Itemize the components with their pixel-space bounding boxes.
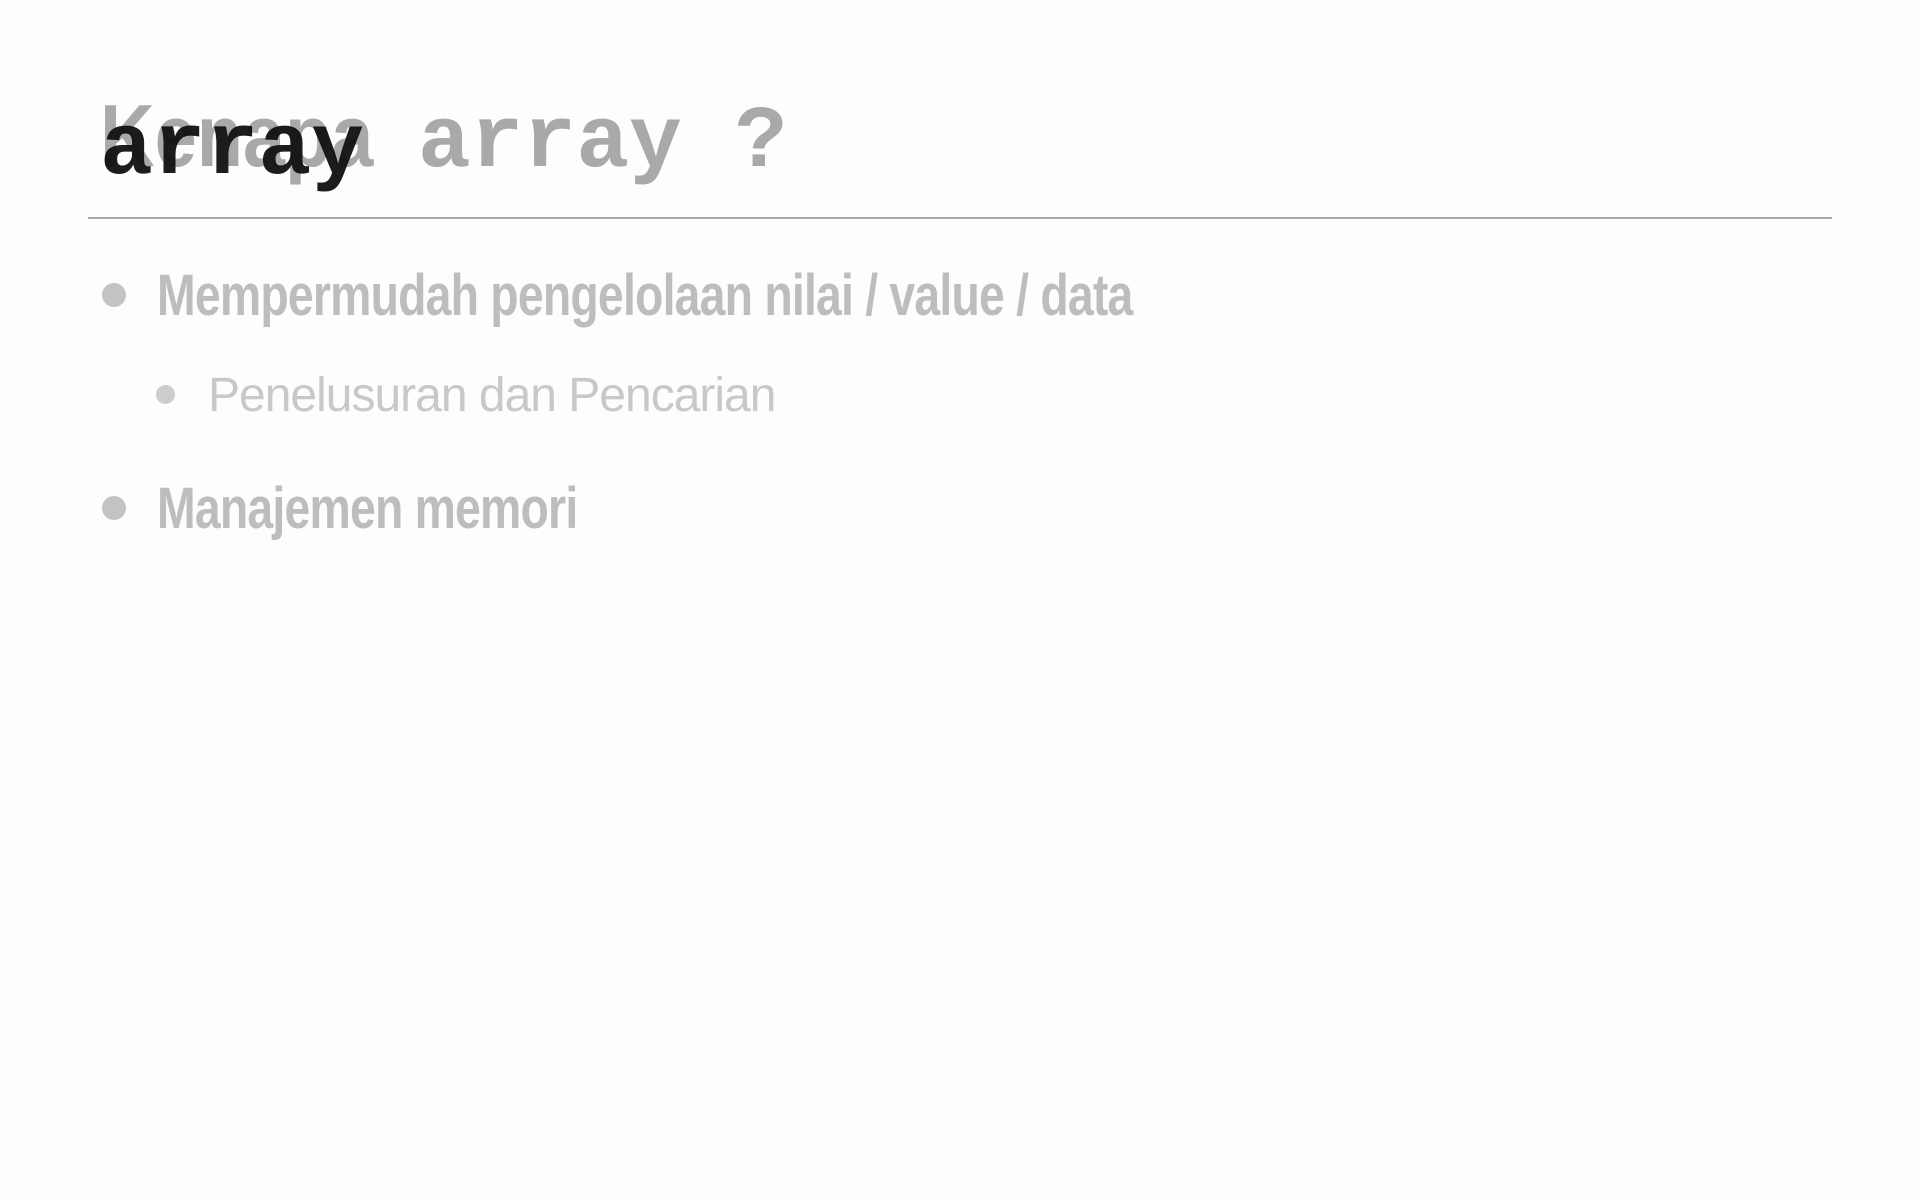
title-space — [682, 94, 735, 193]
bullet-item: Mempermudah pengelolaan nilai / value / … — [157, 263, 1133, 328]
title-suffix: ? — [734, 94, 788, 193]
bullet-icon — [102, 283, 126, 307]
title-divider — [88, 217, 1832, 219]
sub-bullet-item: Penelusuran dan Pencarian — [208, 369, 776, 422]
bullet-icon — [102, 496, 126, 520]
sub-bullet-icon — [156, 385, 175, 404]
bullet-item: Manajemen memori — [157, 476, 578, 541]
slide-title: array — [100, 101, 365, 200]
title-code: array — [417, 94, 682, 193]
